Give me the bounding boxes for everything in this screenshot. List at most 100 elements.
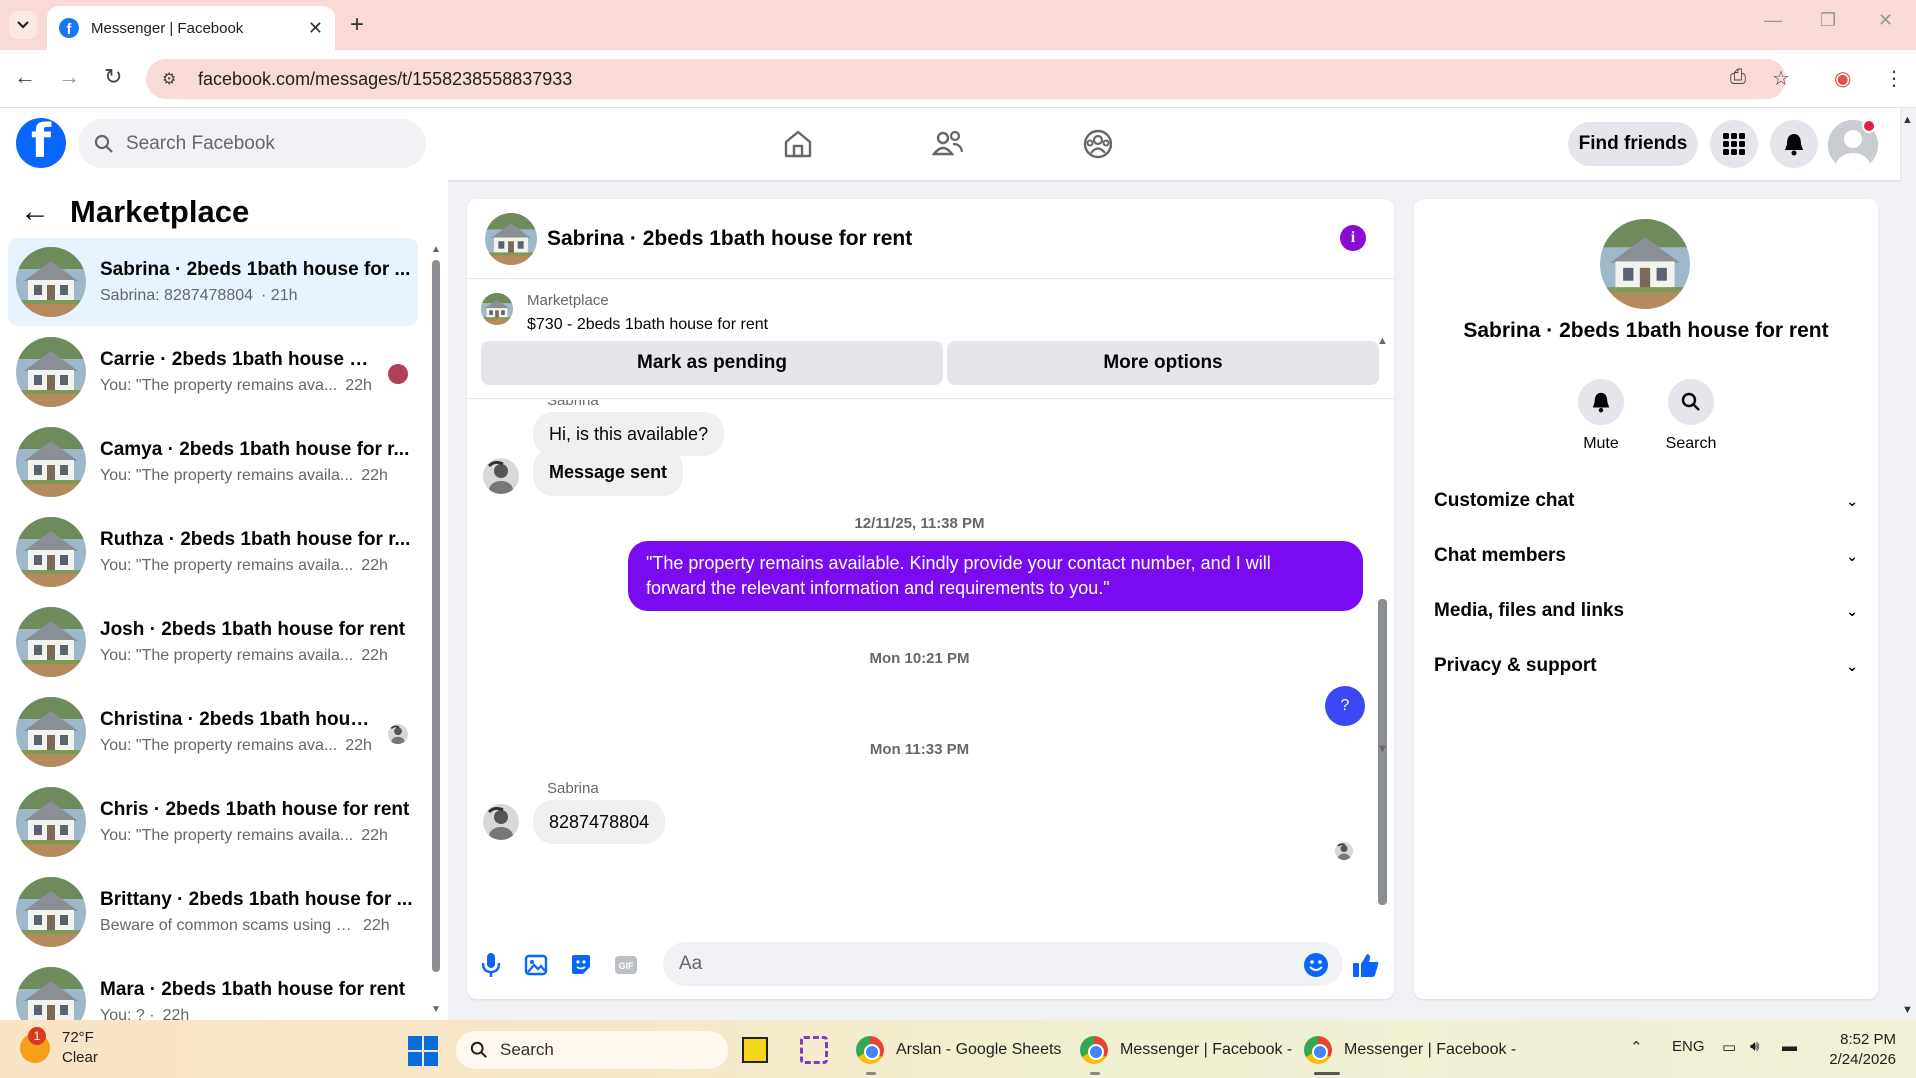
gif-icon[interactable]: GIF [612, 951, 640, 979]
scroll-down-arrow-icon[interactable]: ▼ [1377, 743, 1388, 755]
taskbar-search[interactable]: Search [456, 1031, 728, 1069]
message-thread: Sabrina Hi, is this available? Message s… [467, 400, 1394, 920]
weather-badge: 1 [28, 1027, 46, 1045]
outgoing-message-line: "The property remains available. Kindly … [646, 553, 1271, 573]
facebook-favicon-icon: f [59, 18, 79, 38]
tab-search-button[interactable] [9, 11, 37, 39]
find-friends-button[interactable]: Find friends [1568, 122, 1698, 166]
conversation-panel: Sabrina · 2beds 1bath house for rent i M… [467, 199, 1394, 999]
chrome-icon [856, 1036, 884, 1064]
chat-name: Christina · 2beds 1bath house ... [100, 709, 370, 730]
chat-preview: Sabrina: 8287478804 [100, 287, 254, 304]
browser-tab-messenger[interactable]: f Messenger | Facebook ✕ [47, 6, 335, 50]
house-thumbnail [16, 697, 86, 767]
home-icon[interactable] [778, 124, 818, 164]
weather-widget[interactable]: 1 72°F Clear [20, 1027, 98, 1068]
house-thumbnail [16, 517, 86, 587]
reload-icon[interactable]: ↻ [104, 64, 122, 90]
chat-members-row[interactable]: Chat members ⌄ [1434, 534, 1858, 578]
chat-time: 22h [363, 917, 390, 934]
bell-icon [1578, 379, 1624, 425]
conversation-header[interactable]: Sabrina · 2beds 1bath house for rent i [467, 199, 1394, 279]
chat-time: 22h [361, 467, 388, 484]
scroll-down-arrow-icon[interactable]: ▼ [431, 1004, 441, 1015]
message-composer: GIF Aa [467, 939, 1394, 999]
mute-button[interactable]: Mute [1561, 379, 1641, 453]
facebook-logo-icon[interactable]: f [16, 118, 66, 168]
emoji-icon[interactable] [1302, 951, 1330, 979]
page-scroll-up-icon[interactable]: ▲ [1902, 114, 1913, 126]
taskbar-app-messenger-1[interactable]: Messenger | Facebook - [1080, 1030, 1292, 1070]
listing-title[interactable]: $730 - 2beds 1bath house for rent [527, 316, 768, 334]
customize-chat-row[interactable]: Customize chat ⌄ [1434, 479, 1858, 523]
scroll-up-arrow-icon[interactable]: ▲ [431, 244, 441, 255]
windows-start-icon[interactable] [408, 1036, 438, 1066]
chat-list-scrollbar[interactable] [432, 260, 440, 972]
url-text: facebook.com/messages/t/1558238558837933 [198, 68, 573, 89]
chat-item-brittany[interactable]: Brittany · 2beds 1bath house for ... Bewa… [8, 868, 418, 956]
new-tab-button[interactable]: + [350, 11, 364, 39]
taskbar-app-messenger-2[interactable]: Messenger | Facebook - [1304, 1030, 1516, 1070]
media-files-links-row[interactable]: Media, files and links ⌄ [1434, 589, 1858, 633]
friends-icon[interactable] [928, 124, 968, 164]
running-indicator [866, 1072, 876, 1075]
bookmark-star-icon[interactable]: ☆ [1772, 66, 1790, 91]
facebook-search-input[interactable]: Search Facebook [78, 119, 426, 168]
outgoing-message[interactable]: ? [1325, 686, 1365, 726]
system-clock[interactable]: 8:52 PM 2/24/2026 [1820, 1030, 1896, 1070]
chat-item-josh[interactable]: Josh · 2beds 1bath house for rent You: "T… [8, 598, 418, 686]
address-bar[interactable]: ⚙ facebook.com/messages/t/15582385588379… [146, 59, 1786, 99]
tray-overflow-chevron-icon[interactable]: ⌃ [1630, 1038, 1643, 1056]
back-arrow-icon[interactable]: ← [20, 195, 50, 229]
menu-grid-icon[interactable] [1710, 120, 1758, 168]
taskbar-app-sheets[interactable]: Arslan - Google Sheets [856, 1030, 1061, 1070]
profile-icon[interactable]: ◉ [1834, 66, 1851, 91]
search-in-chat-button[interactable]: Search [1651, 379, 1731, 453]
install-app-icon[interactable]: ⎙ [1730, 66, 1746, 89]
privacy-support-row[interactable]: Privacy & support ⌄ [1434, 644, 1858, 688]
chat-item-mara[interactable]: Mara · 2beds 1bath house for rent You: ? … [8, 958, 418, 1020]
sticky-notes-icon[interactable] [742, 1030, 768, 1070]
close-window-icon[interactable]: ✕ [1878, 10, 1893, 31]
mark-as-pending-button[interactable]: Mark as pending [481, 341, 943, 385]
chat-item-camya[interactable]: Camya · 2beds 1bath house for r... You: "… [8, 418, 418, 506]
battery-icon[interactable]: ▬ [1782, 1038, 1797, 1055]
browser-menu-icon[interactable]: ⋮ [1884, 66, 1904, 91]
back-icon[interactable]: ← [14, 64, 36, 90]
info-icon[interactable]: i [1340, 225, 1366, 251]
groups-icon[interactable] [1078, 124, 1118, 164]
chat-item-ruthza[interactable]: Ruthza · 2beds 1bath house for r... You: … [8, 508, 418, 596]
close-tab-icon[interactable]: ✕ [308, 18, 323, 39]
chat-time: · 21h [261, 287, 298, 304]
message-input[interactable]: Aa [663, 942, 1343, 986]
incoming-message[interactable]: 8287478804 [533, 800, 666, 844]
thumbs-up-icon[interactable] [1352, 951, 1380, 979]
notifications-bell-icon[interactable] [1770, 120, 1818, 168]
minimize-icon[interactable]: — [1764, 10, 1782, 31]
restore-icon[interactable]: ❐ [1820, 10, 1836, 31]
chat-item-sabrina[interactable]: Sabrina · 2beds 1bath house for ... Sabri… [8, 238, 418, 326]
sender-avatar [483, 804, 519, 840]
mute-label: Mute [1583, 435, 1619, 452]
chat-item-christina[interactable]: Christina · 2beds 1bath house ... You: "T… [8, 688, 418, 776]
microphone-icon[interactable] [477, 951, 505, 979]
snipping-tool-icon[interactable] [800, 1030, 828, 1070]
chat-item-carrie[interactable]: Carrie · 2beds 1bath house for... You: "T… [8, 328, 418, 416]
volume-icon[interactable]: 🔊︎ [1750, 1038, 1759, 1055]
site-info-icon[interactable]: ⚙ [162, 69, 184, 89]
chat-preview: You: "The property remains availa... [100, 557, 354, 574]
photo-icon[interactable] [522, 951, 550, 979]
sticker-icon[interactable] [567, 951, 595, 979]
row-label: Privacy & support [1434, 655, 1597, 676]
taskbar-app-label: Messenger | Facebook - [1344, 1041, 1517, 1058]
chat-time: 22h [361, 647, 388, 664]
forward-icon[interactable]: → [58, 64, 80, 90]
outgoing-message[interactable]: "The property remains available. Kindly … [628, 541, 1363, 611]
page-scroll-down-icon[interactable]: ▼ [1902, 1004, 1913, 1016]
language-indicator[interactable]: ENG [1672, 1038, 1705, 1055]
more-options-button[interactable]: More options [947, 341, 1379, 385]
scroll-up-arrow-icon[interactable]: ▲ [1377, 335, 1388, 347]
message-sent-notice[interactable]: Message sent [533, 448, 684, 496]
network-icon[interactable]: ▭ [1722, 1038, 1736, 1056]
chat-item-chris[interactable]: Chris · 2beds 1bath house for rent You: "… [8, 778, 418, 866]
